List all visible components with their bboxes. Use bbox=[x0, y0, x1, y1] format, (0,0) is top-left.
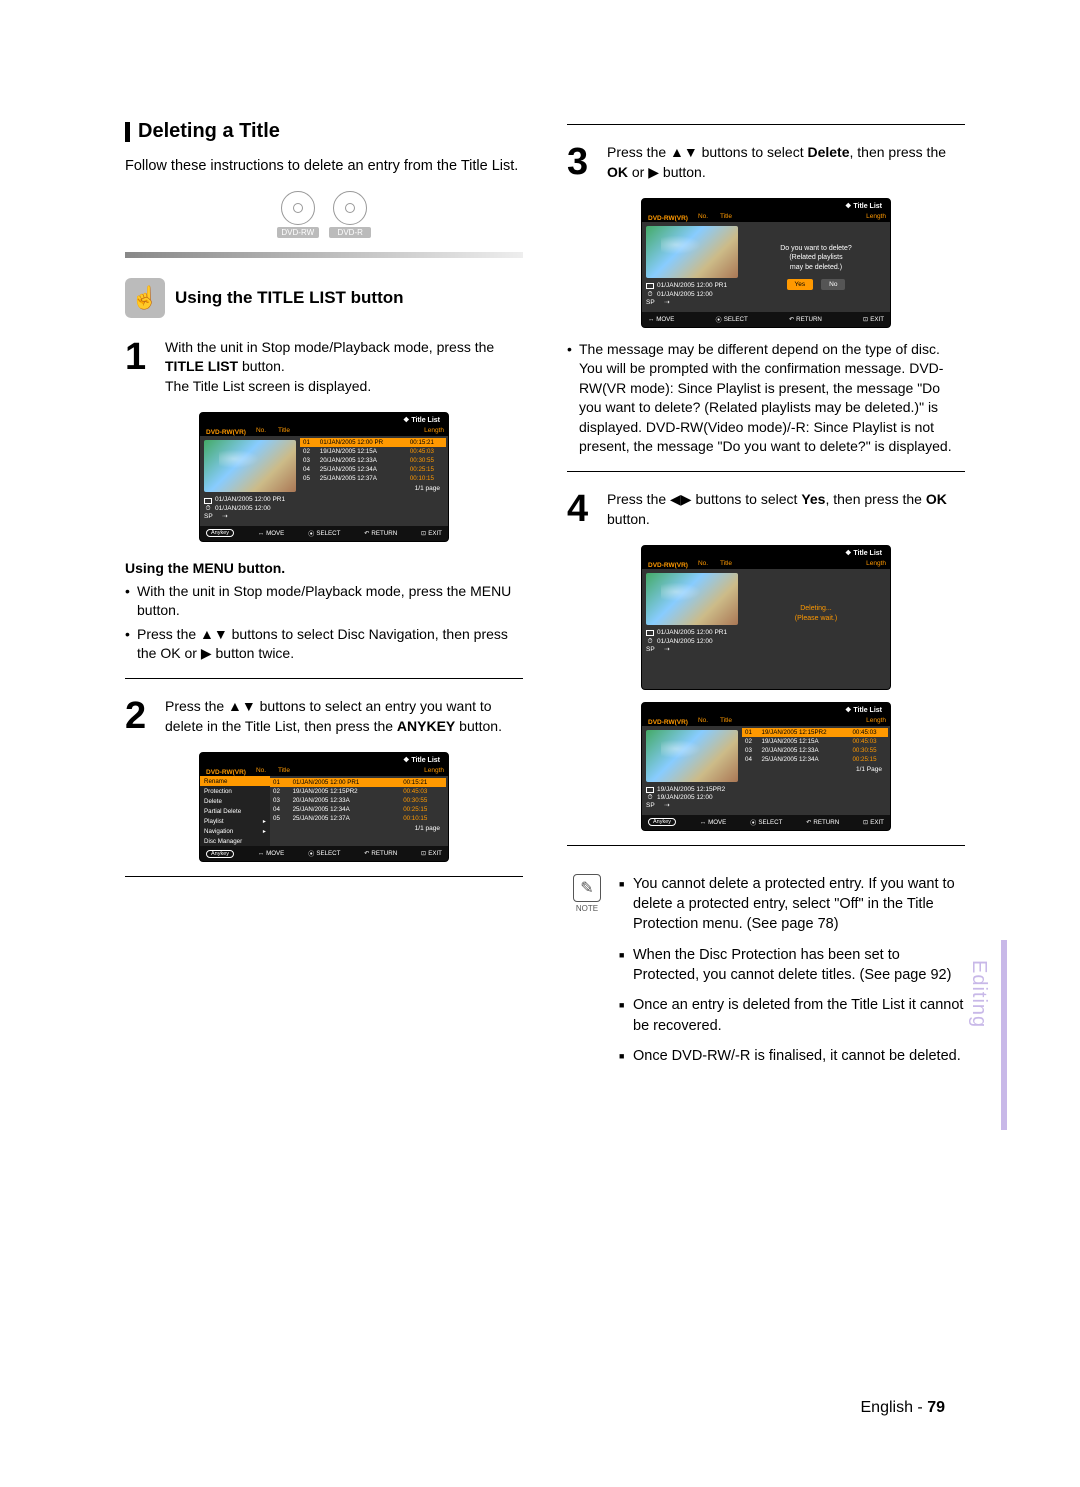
step-number: 4 bbox=[567, 490, 597, 529]
step-number: 1 bbox=[125, 338, 155, 397]
osd-deleting: Title List DVD-RW(VR) No.TitleLength 01/… bbox=[641, 545, 891, 689]
context-menu: Rename Protection Delete Partial Delete … bbox=[200, 776, 270, 846]
divider bbox=[125, 876, 523, 877]
osd-delete-confirm: Title List DVD-RW(VR) No.TitleLength 01/… bbox=[641, 198, 891, 327]
thumbnail bbox=[204, 440, 296, 492]
step-number: 2 bbox=[125, 697, 155, 736]
note-list: You cannot delete a protected entry. If … bbox=[619, 874, 965, 1076]
osd-title-list: Title List DVD-RW(VR) No.TitleLength 01/… bbox=[199, 412, 449, 541]
using-title: Using the TITLE LIST button bbox=[175, 288, 404, 308]
note-icon: ✎ bbox=[573, 874, 601, 902]
section-tab: Editing bbox=[967, 960, 990, 1028]
divider bbox=[567, 845, 965, 846]
osd-anykey-menu: Title List DVD-RW(VR) No.TitleLength Ren… bbox=[199, 752, 449, 862]
osd-after-delete: Title List DVD-RW(VR) No.TitleLength 19/… bbox=[641, 702, 891, 831]
divider bbox=[125, 678, 523, 679]
page-footer: English - 79 bbox=[861, 1399, 946, 1417]
divider bbox=[125, 252, 523, 258]
divider bbox=[567, 124, 965, 125]
step-3-note: The message may be different depend on t… bbox=[567, 340, 965, 458]
step-3-text: Press the ▲▼ buttons to select Delete, t… bbox=[607, 143, 965, 182]
hand-icon: ☝ bbox=[125, 278, 165, 318]
intro-text: Follow these instructions to delete an e… bbox=[125, 157, 523, 177]
yes-button: Yes bbox=[787, 279, 814, 290]
side-accent-bar bbox=[1001, 940, 1007, 1130]
disc-icon bbox=[333, 191, 367, 225]
disc-icon bbox=[281, 191, 315, 225]
step-1-text: With the unit in Stop mode/Playback mode… bbox=[165, 338, 523, 397]
disc-compat-icons: DVD-RW DVD-R bbox=[125, 191, 523, 240]
note-label: NOTE bbox=[567, 904, 607, 913]
menu-subheading: Using the MENU button. bbox=[125, 560, 523, 576]
section-heading: Deleting a Title bbox=[125, 120, 523, 143]
title-list-table: 0101/JAN/2005 12:00 PR00:15:21 0219/JAN/… bbox=[300, 438, 446, 483]
menu-bullets: With the unit in Stop mode/Playback mode… bbox=[125, 582, 523, 664]
divider bbox=[567, 471, 965, 472]
step-number: 3 bbox=[567, 143, 597, 182]
no-button: No bbox=[821, 279, 845, 290]
step-2-text: Press the ▲▼ buttons to select an entry … bbox=[165, 697, 523, 736]
step-4-text: Press the ◀▶ buttons to select Yes, then… bbox=[607, 490, 965, 529]
